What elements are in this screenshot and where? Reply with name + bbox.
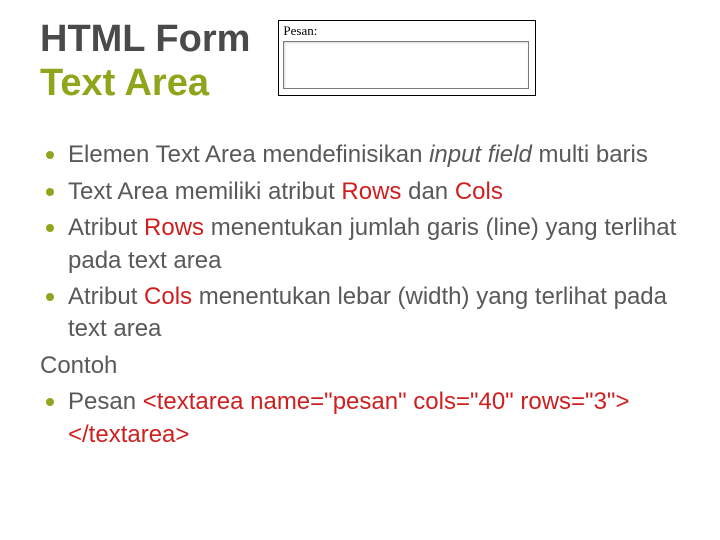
list-item: Text Area memiliki atribut Rows dan Cols	[68, 176, 680, 208]
keyword: Cols	[455, 178, 503, 205]
list-item: Atribut Rows menentukan jumlah garis (li…	[68, 212, 680, 277]
example-textarea[interactable]	[283, 41, 529, 89]
title-row: HTML Form Text Area Pesan:	[40, 18, 680, 105]
code-snippet: <textarea name="pesan" cols="40" rows="3…	[68, 388, 629, 447]
text-italic: input field	[429, 141, 532, 168]
text: Text Area memiliki atribut	[68, 178, 341, 205]
list-item: Pesan <textarea name="pesan" cols="40" r…	[68, 386, 680, 451]
text: dan	[401, 178, 454, 205]
text: Atribut	[68, 214, 144, 241]
keyword: Rows	[341, 178, 401, 205]
bullet-list: Elemen Text Area mendefinisikan input fi…	[40, 139, 680, 345]
bullet-list-contoh: Pesan <textarea name="pesan" cols="40" r…	[40, 386, 680, 451]
list-item: Elemen Text Area mendefinisikan input fi…	[68, 139, 680, 171]
example-label: Pesan:	[283, 23, 531, 39]
slide-title: HTML Form Text Area	[40, 18, 250, 105]
content: Elemen Text Area mendefinisikan input fi…	[40, 139, 680, 451]
keyword: Rows	[144, 214, 204, 241]
title-line-2: Text Area	[40, 62, 250, 106]
contoh-label: Contoh	[40, 350, 680, 382]
text: Pesan	[68, 388, 143, 415]
list-item: Atribut Cols menentukan lebar (width) ya…	[68, 281, 680, 346]
text: Elemen Text Area mendefinisikan	[68, 141, 429, 168]
text: multi baris	[532, 141, 648, 168]
keyword: Cols	[144, 283, 192, 310]
example-preview: Pesan:	[278, 20, 536, 96]
title-line-1: HTML Form	[40, 18, 250, 62]
text: Atribut	[68, 283, 144, 310]
